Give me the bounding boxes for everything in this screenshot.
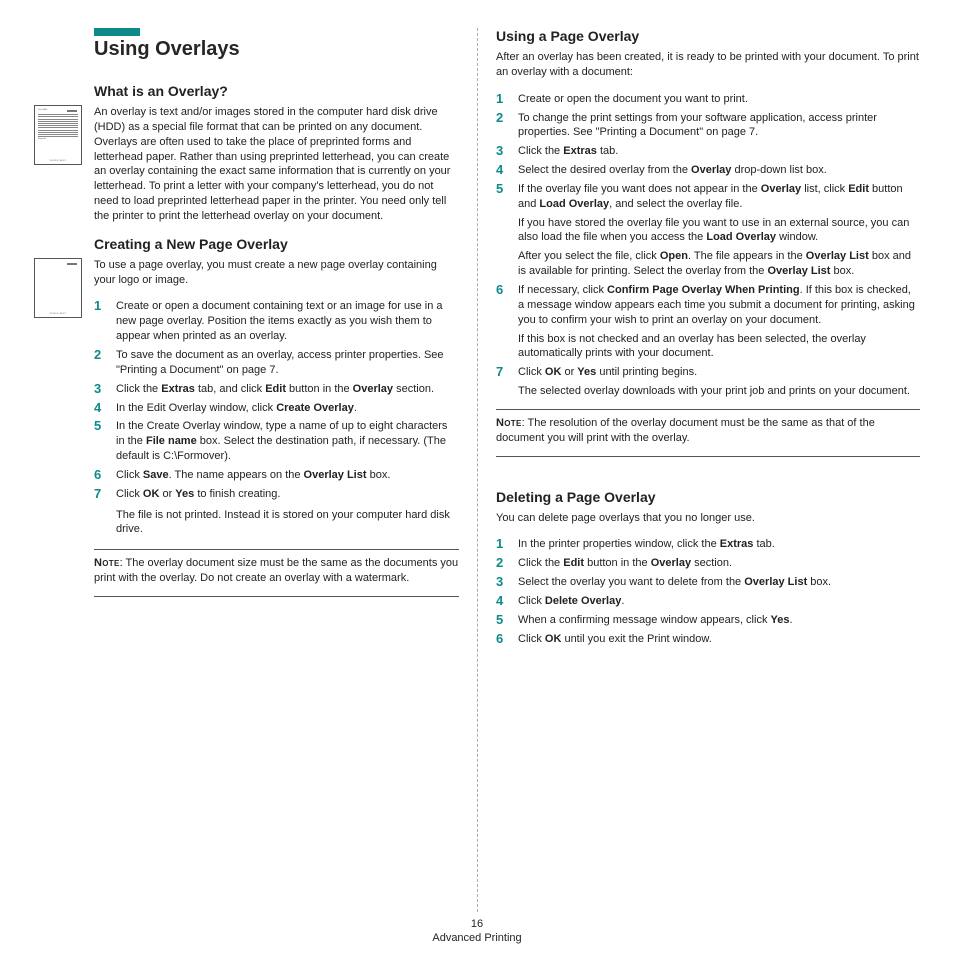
steps-using-overlay: Create or open the document you want to … <box>496 92 920 399</box>
list-item: Create or open a document containing tex… <box>94 299 459 344</box>
two-column-layout: Using Overlays Dear ABC Regards WORLD BE… <box>34 28 920 912</box>
list-item: Click OK or Yes to finish creating. <box>94 487 459 502</box>
divider <box>496 456 920 457</box>
heading-creating-overlay: Creating a New Page Overlay <box>94 236 459 252</box>
body-what-is-overlay: An overlay is text and/or images stored … <box>94 105 459 224</box>
note-using-overlay: Note: The resolution of the overlay docu… <box>496 416 920 446</box>
page-footer: 16 Advanced Printing <box>34 912 920 944</box>
heading-what-is-overlay: What is an Overlay? <box>94 83 459 99</box>
heading-using-overlay: Using a Page Overlay <box>496 28 920 44</box>
accent-bar <box>94 28 140 36</box>
list-item: In the printer properties window, click … <box>496 537 920 552</box>
page: Using Overlays Dear ABC Regards WORLD BE… <box>0 0 954 954</box>
heading-deleting-overlay: Deleting a Page Overlay <box>496 489 920 505</box>
after-creating-overlay: The file is not printed. Instead it is s… <box>94 508 459 538</box>
list-item: In the Create Overlay window, type a nam… <box>94 419 459 464</box>
section-what-is-overlay: Dear ABC Regards WORLD BEST What is an O… <box>94 83 459 224</box>
divider <box>94 549 459 550</box>
list-item: Click Delete Overlay. <box>496 594 920 609</box>
divider <box>496 409 920 410</box>
left-column: Using Overlays Dear ABC Regards WORLD BE… <box>34 28 477 912</box>
list-item: Click OK or Yes until printing begins.Th… <box>496 365 920 399</box>
intro-deleting-overlay: You can delete page overlays that you no… <box>496 511 920 526</box>
blank-letterhead-thumbnail-icon: WORLD BEST <box>34 258 82 318</box>
list-item: To change the print settings from your s… <box>496 111 920 141</box>
list-item: Click the Extras tab. <box>496 144 920 159</box>
list-item: If the overlay file you want does not ap… <box>496 182 920 279</box>
footer-section-name: Advanced Printing <box>432 932 521 944</box>
steps-deleting-overlay: In the printer properties window, click … <box>496 537 920 646</box>
page-title: Using Overlays <box>94 38 459 61</box>
list-item: Click OK until you exit the Print window… <box>496 632 920 647</box>
page-number: 16 <box>34 918 920 930</box>
letterhead-thumbnail-icon: Dear ABC Regards WORLD BEST <box>34 105 82 165</box>
divider <box>94 596 459 597</box>
list-item: If necessary, click Confirm Page Overlay… <box>496 283 920 361</box>
list-item: Click the Edit button in the Overlay sec… <box>496 556 920 571</box>
note-creating-overlay: Note: The overlay document size must be … <box>94 556 459 586</box>
steps-creating-overlay: Create or open a document containing tex… <box>94 299 459 501</box>
section-creating-overlay: WORLD BEST Creating a New Page Overlay T… <box>94 236 459 597</box>
list-item: Select the overlay you want to delete fr… <box>496 575 920 590</box>
list-item: Select the desired overlay from the Over… <box>496 163 920 178</box>
intro-using-overlay: After an overlay has been created, it is… <box>496 50 920 80</box>
list-item: To save the document as an overlay, acce… <box>94 348 459 378</box>
list-item: Click the Extras tab, and click Edit but… <box>94 382 459 397</box>
list-item: Click Save. The name appears on the Over… <box>94 468 459 483</box>
intro-creating-overlay: To use a page overlay, you must create a… <box>94 258 459 288</box>
list-item: In the Edit Overlay window, click Create… <box>94 401 459 416</box>
list-item: When a confirming message window appears… <box>496 613 920 628</box>
list-item: Create or open the document you want to … <box>496 92 920 107</box>
right-column: Using a Page Overlay After an overlay ha… <box>477 28 920 912</box>
